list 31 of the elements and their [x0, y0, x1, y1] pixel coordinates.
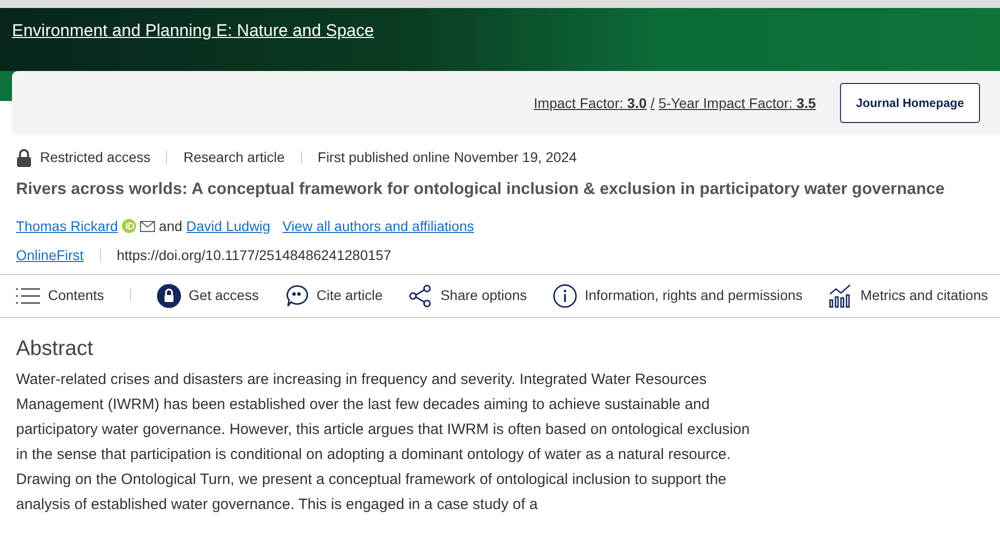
toolbar-button[interactable]: Metrics and citations [828, 284, 988, 308]
toolbar-button[interactable]: Information, rights and permissions [552, 284, 803, 308]
meta-text: First published online November 19, 2024 [318, 148, 577, 167]
info-icon [552, 284, 577, 308]
bar-chart-icon [828, 284, 852, 308]
journal-homepage-button[interactable]: Journal Homepage [840, 83, 980, 123]
abstract-heading: Abstract [15, 336, 94, 361]
abstract-paragraph: Water-related crises and disasters are increasing in frequency and severity. Integrated Water Resources Management (IWRM) has been established over the last few decades aiming to achieve sustainable and participatory water governance. However, this article argues that IWRM is often based on ontological exclusion in the sense that participation is conditional on adopting a dominant ontology of water as a natural resource. Drawing on the Ontological Turn, we present a conceptual framework of ontological inclusion to support the analysis of established water governance. This is engaged in a case study of a [15, 370, 751, 515]
impact-factor-link[interactable]: 5-Year Impact Factor: 3.5 [658, 92, 816, 114]
meta-text: Research article [183, 148, 285, 167]
doi-text: https://doi.org/10.1177/25148486241280157 [116, 246, 392, 265]
toolbar-button[interactable]: Cite article [284, 284, 383, 308]
menu-icon [16, 286, 40, 305]
access-label: Restricted access [40, 148, 150, 167]
toolbar-button[interactable]: Get access [156, 284, 259, 308]
author-link[interactable]: David Ludwig [186, 216, 270, 237]
share-icon [408, 284, 432, 308]
toolbar-button[interactable]: Contents [16, 285, 104, 306]
online-first-link[interactable]: OnlineFirst [16, 244, 84, 266]
toolbar-button[interactable]: Share options [408, 284, 527, 308]
authors-affiliations-link[interactable]: View all authors and affiliations [282, 216, 474, 237]
email-icon[interactable] [140, 220, 155, 232]
author-link[interactable]: Thomas Rickard [16, 216, 118, 237]
journal-title-link[interactable]: Environment and Planning E: Nature and Space [12, 21, 374, 40]
impact-factor-link[interactable]: Impact Factor: 3.0 [534, 92, 647, 114]
article-title: Rivers across worlds: A conceptual framework for ontological inclusion & exclusion in participatory water governance [15, 180, 946, 200]
separator-slash: / [650, 94, 655, 112]
quote-icon [284, 284, 309, 308]
lock-icon [156, 284, 181, 308]
lock-icon [16, 148, 32, 166]
author-joiner: and [158, 216, 182, 236]
